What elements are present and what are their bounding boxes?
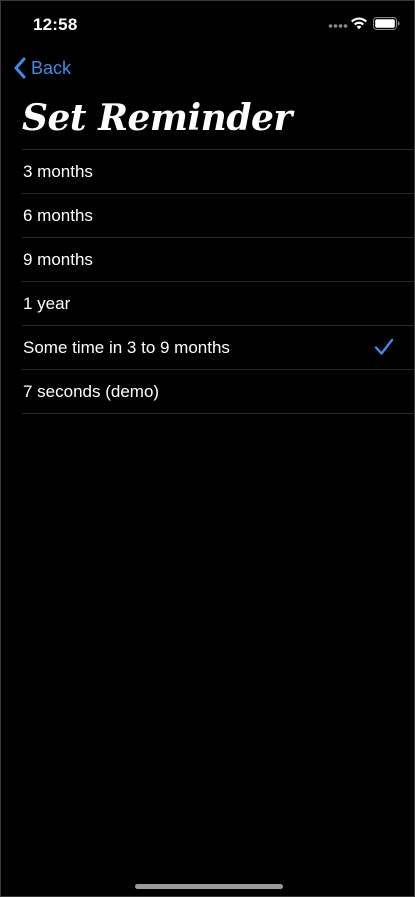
signal-dots-icon (328, 24, 348, 28)
chevron-left-icon (14, 57, 26, 79)
option-3-months[interactable]: 3 months (22, 150, 415, 194)
status-time: 12:58 (33, 15, 78, 34)
checkmark-icon (374, 338, 394, 355)
option-label: 9 months (23, 249, 93, 269)
page-title: Set Reminder (22, 97, 292, 139)
home-indicator (135, 884, 283, 889)
phone-screen: 12:58 Back Set Reminder 3 months 6 month… (0, 0, 415, 897)
option-7-seconds-demo[interactable]: 7 seconds (demo) (22, 370, 415, 414)
back-label: Back (31, 57, 72, 78)
reminder-options-list: 3 months 6 months 9 months 1 year Some t… (22, 149, 415, 414)
battery-icon (373, 17, 400, 30)
option-label: 1 year (23, 293, 71, 313)
option-label: 7 seconds (demo) (23, 381, 160, 401)
option-9-months[interactable]: 9 months (22, 238, 415, 282)
status-bar: 12:58 (1, 1, 415, 49)
back-button[interactable]: Back (13, 55, 71, 81)
option-label: 6 months (23, 205, 93, 225)
option-label: Some time in 3 to 9 months (23, 337, 230, 357)
wifi-icon (351, 17, 367, 30)
option-6-months[interactable]: 6 months (22, 194, 415, 238)
option-label: 3 months (23, 161, 93, 181)
option-some-time-3-to-9-months[interactable]: Some time in 3 to 9 months (22, 326, 415, 370)
option-1-year[interactable]: 1 year (22, 282, 415, 326)
